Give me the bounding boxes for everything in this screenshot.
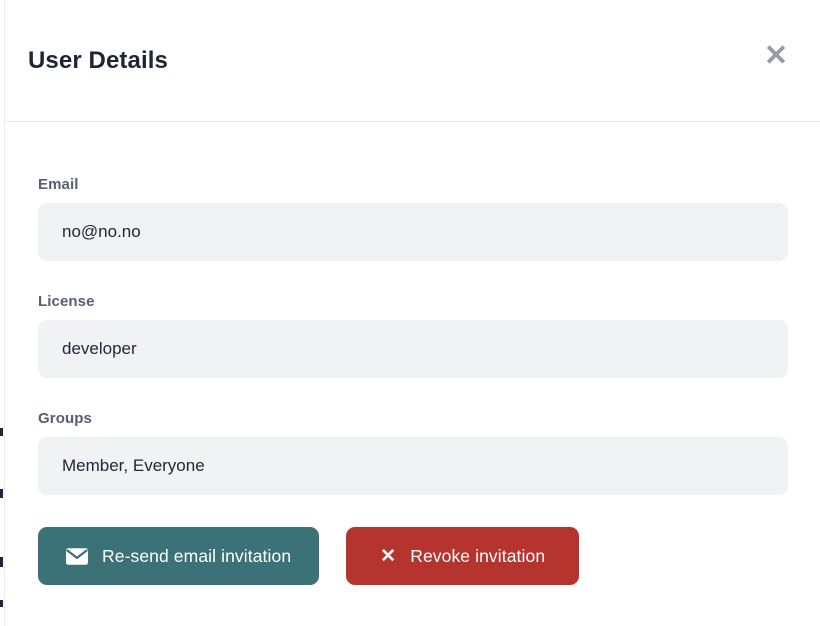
email-label: Email [38, 176, 788, 193]
underlying-page-sliver [0, 0, 5, 626]
x-icon: ✕ [380, 547, 396, 566]
modal-header: User Details ✕ [6, 0, 820, 122]
user-details-modal: User Details ✕ Email License Groups [6, 0, 820, 626]
underlying-page-fragment [0, 557, 3, 567]
revoke-invitation-label: Revoke invitation [410, 546, 545, 567]
email-field-group: Email [38, 176, 788, 261]
envelope-icon [66, 548, 88, 565]
license-label: License [38, 293, 788, 310]
resend-invitation-label: Re-send email invitation [102, 546, 291, 567]
groups-label: Groups [38, 410, 788, 427]
resend-invitation-button[interactable]: Re-send email invitation [38, 527, 319, 585]
groups-field[interactable] [38, 437, 788, 495]
underlying-page-fragment [0, 600, 3, 607]
action-buttons-row: Re-send email invitation ✕ Revoke invita… [38, 527, 788, 585]
groups-field-group: Groups [38, 410, 788, 495]
license-field[interactable] [38, 320, 788, 378]
revoke-invitation-button[interactable]: ✕ Revoke invitation [346, 527, 579, 585]
modal-body: Email License Groups Re-send email invit… [6, 122, 820, 585]
email-field[interactable] [38, 203, 788, 261]
underlying-page-fragment [0, 489, 3, 498]
license-field-group: License [38, 293, 788, 378]
page-title: User Details [28, 47, 168, 75]
close-icon[interactable]: ✕ [756, 36, 796, 76]
underlying-page-fragment [0, 428, 3, 436]
